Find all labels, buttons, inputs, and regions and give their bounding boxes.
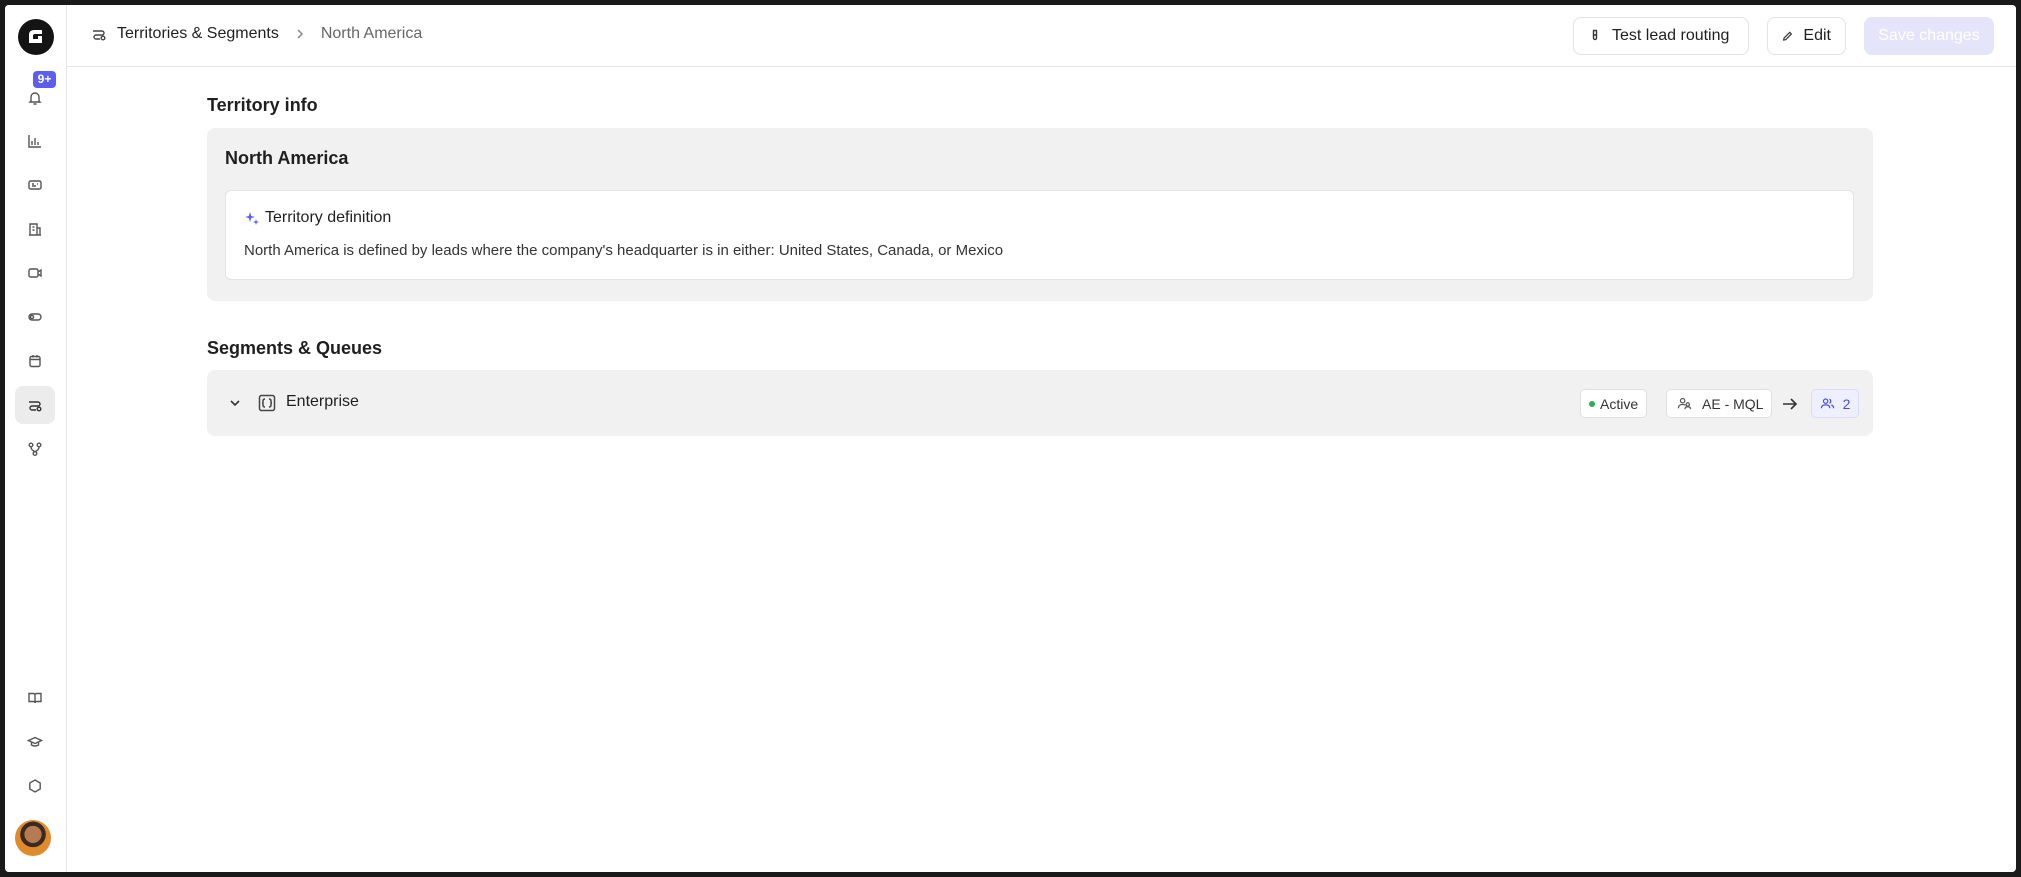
members-count: 2 [1842, 395, 1851, 412]
territory-definition-label: Territory definition [265, 209, 392, 226]
nav-analytics[interactable] [15, 122, 55, 160]
segment-icon [257, 393, 277, 413]
status-badge: Active [1580, 389, 1648, 418]
card-icon [28, 180, 42, 190]
test-lead-routing-button[interactable]: Test lead routing [1573, 17, 1749, 55]
graduation-icon [27, 736, 43, 747]
test-lead-routing-label: Test lead routing [1612, 27, 1730, 44]
status-label: Active [1600, 395, 1639, 412]
territory-definition-text: North America is defined by leads where … [244, 242, 1004, 259]
nav-meetings[interactable] [15, 254, 55, 292]
edit-label: Edit [1803, 27, 1831, 44]
calendar-icon [29, 355, 41, 368]
chart-icon [28, 135, 41, 148]
notification-badge: 9+ [33, 71, 56, 88]
nav-accounts[interactable] [15, 210, 55, 248]
arrow-right-icon [1780, 394, 1800, 414]
pencil-icon [1782, 31, 1793, 41]
routing-icon [29, 401, 42, 412]
nav-territories[interactable] [15, 386, 55, 424]
queue-label: AE - MQL [1702, 395, 1764, 412]
book-icon [28, 692, 42, 704]
routing-icon [91, 26, 107, 42]
members-chip[interactable]: 2 [1811, 389, 1859, 418]
flow-icon [28, 442, 42, 456]
territory-definition-box: Territory definition North America is de… [225, 190, 1854, 280]
nav-workflows[interactable] [15, 430, 55, 468]
flask-icon [1592, 29, 1598, 41]
segments-heading: Segments & Queues [207, 338, 383, 358]
breadcrumb: Territories & Segments North America [91, 25, 422, 43]
territory-definition-title: Territory definition [244, 209, 391, 227]
sidebar: 9+ [5, 5, 67, 872]
nav-integrations[interactable] [15, 767, 55, 805]
building-icon [29, 223, 41, 236]
segment-name: Enterprise [286, 393, 359, 410]
edit-button[interactable]: Edit [1767, 17, 1846, 55]
users-icon [1677, 397, 1692, 410]
app-window: 9+ Territories & Segments North America … [5, 5, 2016, 872]
bell-icon [28, 92, 42, 105]
app-logo[interactable] [18, 19, 54, 55]
save-changes-label: Save changes [1878, 27, 1980, 44]
users-icon [1820, 398, 1834, 409]
save-changes-button[interactable]: Save changes [1864, 17, 1994, 55]
territory-name: North America [225, 148, 349, 168]
territory-info-card: North America Territory definition North… [207, 128, 1873, 301]
breadcrumb-current: North America [320, 25, 423, 42]
status-dot [1589, 400, 1595, 407]
chevron-down-icon[interactable] [227, 395, 243, 411]
queue-chip[interactable]: AE - MQL [1666, 389, 1773, 418]
hexagon-icon [29, 779, 41, 793]
nav-docs[interactable] [15, 679, 55, 717]
nav-automation[interactable] [15, 298, 55, 336]
breadcrumb-parent[interactable]: Territories & Segments [117, 25, 279, 43]
nav-academy[interactable] [15, 723, 55, 761]
top-bar: Territories & Segments North America Tes… [67, 5, 2016, 67]
chevron-right-icon [293, 27, 307, 41]
video-icon [28, 268, 42, 278]
sparkle-icon [245, 212, 259, 225]
territory-info-heading: Territory info [207, 95, 318, 115]
toggle-icon [28, 313, 42, 321]
segment-row[interactable]: Enterprise Active AE - MQL 2 [207, 370, 1873, 436]
user-avatar[interactable] [15, 820, 51, 856]
nav-calendar[interactable] [15, 342, 55, 380]
nav-cards[interactable] [15, 166, 55, 204]
